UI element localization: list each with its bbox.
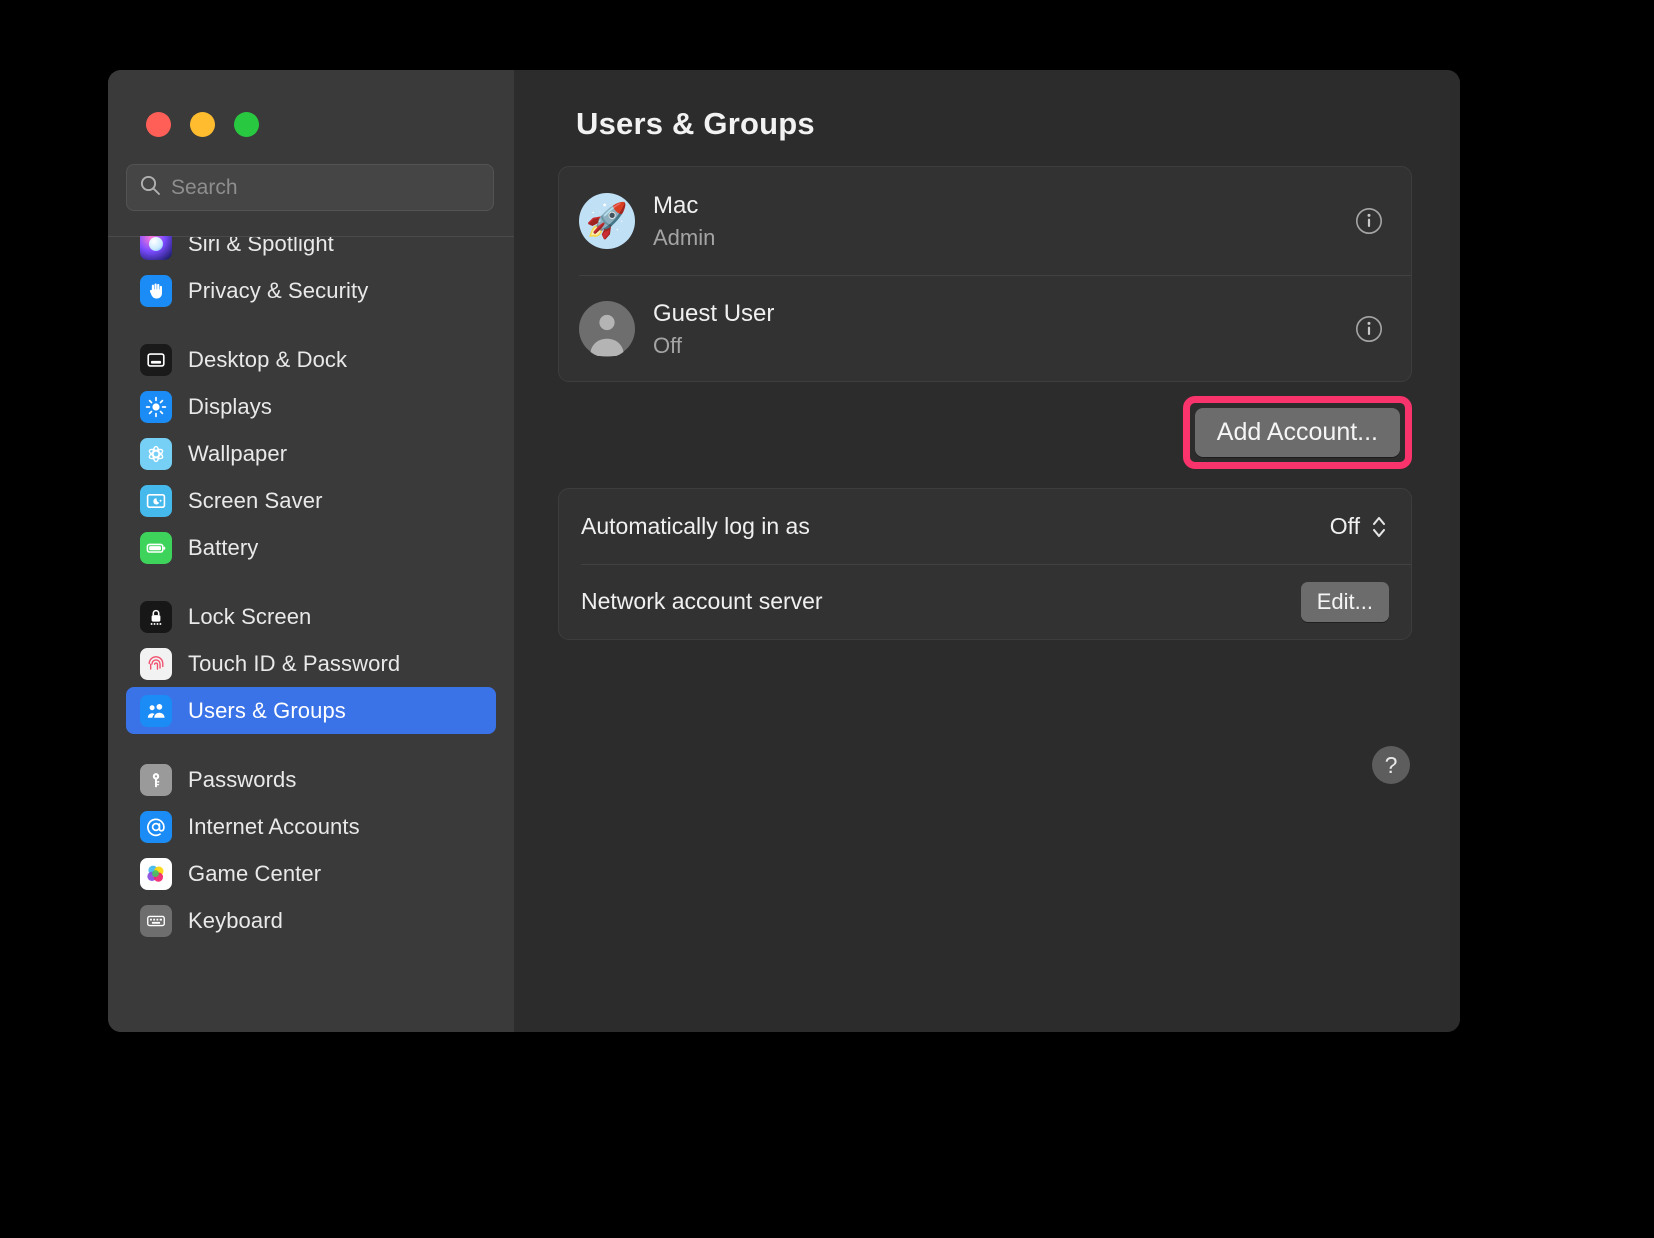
- sidebar-item-touch-id-password[interactable]: Touch ID & Password: [126, 640, 496, 687]
- search-icon: [139, 174, 161, 201]
- sidebar-item-lock-screen[interactable]: Lock Screen: [126, 593, 496, 640]
- search-container: [108, 137, 514, 211]
- user-name: Guest User: [653, 299, 775, 327]
- sidebar-item-label: Displays: [188, 393, 272, 419]
- lock-icon: [140, 600, 172, 633]
- search-input[interactable]: [171, 175, 481, 200]
- close-button[interactable]: [146, 112, 171, 137]
- sidebar-group-separator: [126, 734, 496, 756]
- sidebar-item-label: Internet Accounts: [188, 813, 360, 839]
- sidebar-item-label: Passwords: [188, 766, 297, 792]
- sidebar-item-screen-saver[interactable]: Screen Saver: [126, 477, 496, 524]
- chevron-updown-icon[interactable]: [1369, 510, 1389, 544]
- sidebar-group-separator: [126, 314, 496, 336]
- sidebar-item-label: Screen Saver: [188, 487, 323, 513]
- network-account-server-row: Network account server Edit...: [559, 564, 1411, 639]
- sidebar-item-users-groups[interactable]: Users & Groups: [126, 687, 496, 734]
- wallpaper-icon: [140, 437, 172, 470]
- sidebar-item-game-center[interactable]: Game Center: [126, 850, 496, 897]
- sidebar-item-keyboard[interactable]: Keyboard: [126, 897, 496, 944]
- desktop-dock-icon: [140, 343, 172, 376]
- table-row[interactable]: Guest User Off: [559, 275, 1411, 383]
- search-box[interactable]: [126, 164, 494, 211]
- sidebar-item-label: Game Center: [188, 860, 322, 886]
- table-row[interactable]: 🚀 Mac Admin: [559, 167, 1411, 275]
- sidebar-item-label: Privacy & Security: [188, 277, 369, 303]
- displays-icon: [140, 390, 172, 423]
- page-title: Users & Groups: [576, 106, 815, 141]
- sidebar-item-privacy-security[interactable]: Privacy & Security: [126, 267, 496, 314]
- add-account-button[interactable]: Add Account...: [1194, 408, 1400, 457]
- sidebar-item-passwords[interactable]: Passwords: [126, 756, 496, 803]
- keyboard-icon: [140, 904, 172, 937]
- edit-button[interactable]: Edit...: [1300, 581, 1389, 622]
- maximize-button[interactable]: [234, 112, 259, 137]
- network-account-server-label: Network account server: [581, 588, 823, 614]
- key-icon: [140, 763, 172, 796]
- window-controls: [108, 70, 514, 137]
- fingerprint-icon: [140, 647, 172, 680]
- screenshot-root: Siri & Spotlight Privacy & Security: [0, 0, 1654, 1238]
- screen-saver-icon: [140, 484, 172, 517]
- siri-icon: [140, 236, 172, 260]
- battery-icon: [140, 531, 172, 564]
- help-button[interactable]: ?: [1372, 746, 1410, 784]
- info-icon[interactable]: [1355, 207, 1383, 235]
- sidebar-item-label: Touch ID & Password: [188, 650, 401, 676]
- sidebar-item-battery[interactable]: Battery: [126, 524, 496, 571]
- sidebar-item-desktop-dock[interactable]: Desktop & Dock: [126, 336, 496, 383]
- user-text-block: Mac Admin: [653, 192, 715, 251]
- sidebar-item-label: Battery: [188, 534, 259, 560]
- users-groups-icon: [140, 694, 172, 727]
- sidebar-item-internet-accounts[interactable]: Internet Accounts: [126, 803, 496, 850]
- sidebar-nav: Siri & Spotlight Privacy & Security Desk…: [108, 236, 514, 944]
- user-text-block: Guest User Off: [653, 300, 774, 359]
- game-center-icon: [140, 857, 172, 890]
- login-options-card: Automatically log in as Off Network acco…: [558, 488, 1412, 640]
- rocket-avatar: 🚀: [579, 193, 635, 249]
- sidebar-item-displays[interactable]: Displays: [126, 383, 496, 430]
- user-role: Admin: [653, 224, 716, 250]
- hand-icon: [140, 274, 172, 307]
- sidebar: Siri & Spotlight Privacy & Security: [108, 70, 514, 1032]
- sidebar-item-siri-spotlight[interactable]: Siri & Spotlight: [126, 236, 496, 267]
- auto-login-label: Automatically log in as: [581, 513, 810, 539]
- users-list-card: 🚀 Mac Admin Guest User Off: [558, 166, 1412, 382]
- sidebar-item-label: Lock Screen: [188, 603, 312, 629]
- user-role: Off: [653, 332, 682, 358]
- minimize-button[interactable]: [190, 112, 215, 137]
- auto-login-row: Automatically log in as Off: [559, 489, 1411, 564]
- user-name: Mac: [653, 191, 699, 219]
- detail-pane: Users & Groups 🚀 Mac Admin Guest User Of…: [514, 70, 1460, 1032]
- sidebar-item-label: Users & Groups: [188, 697, 346, 723]
- add-account-highlight-container: Add Account...: [1182, 396, 1412, 469]
- sidebar-item-label: Wallpaper: [188, 440, 288, 466]
- sidebar-scroll-area[interactable]: Siri & Spotlight Privacy & Security Desk…: [108, 236, 514, 1032]
- person-avatar: [579, 301, 635, 357]
- sidebar-item-label: Desktop & Dock: [188, 346, 348, 372]
- auto-login-control[interactable]: Off: [1330, 510, 1389, 544]
- info-icon[interactable]: [1355, 315, 1383, 343]
- sidebar-group-separator: [126, 571, 496, 593]
- auto-login-value: Off: [1329, 513, 1360, 539]
- at-sign-icon: [140, 810, 172, 843]
- highlight-box: Add Account...: [1182, 396, 1412, 469]
- sidebar-item-label: Siri & Spotlight: [188, 236, 334, 256]
- system-settings-window: Siri & Spotlight Privacy & Security: [108, 70, 1460, 1032]
- sidebar-item-wallpaper[interactable]: Wallpaper: [126, 430, 496, 477]
- sidebar-item-label: Keyboard: [188, 907, 283, 933]
